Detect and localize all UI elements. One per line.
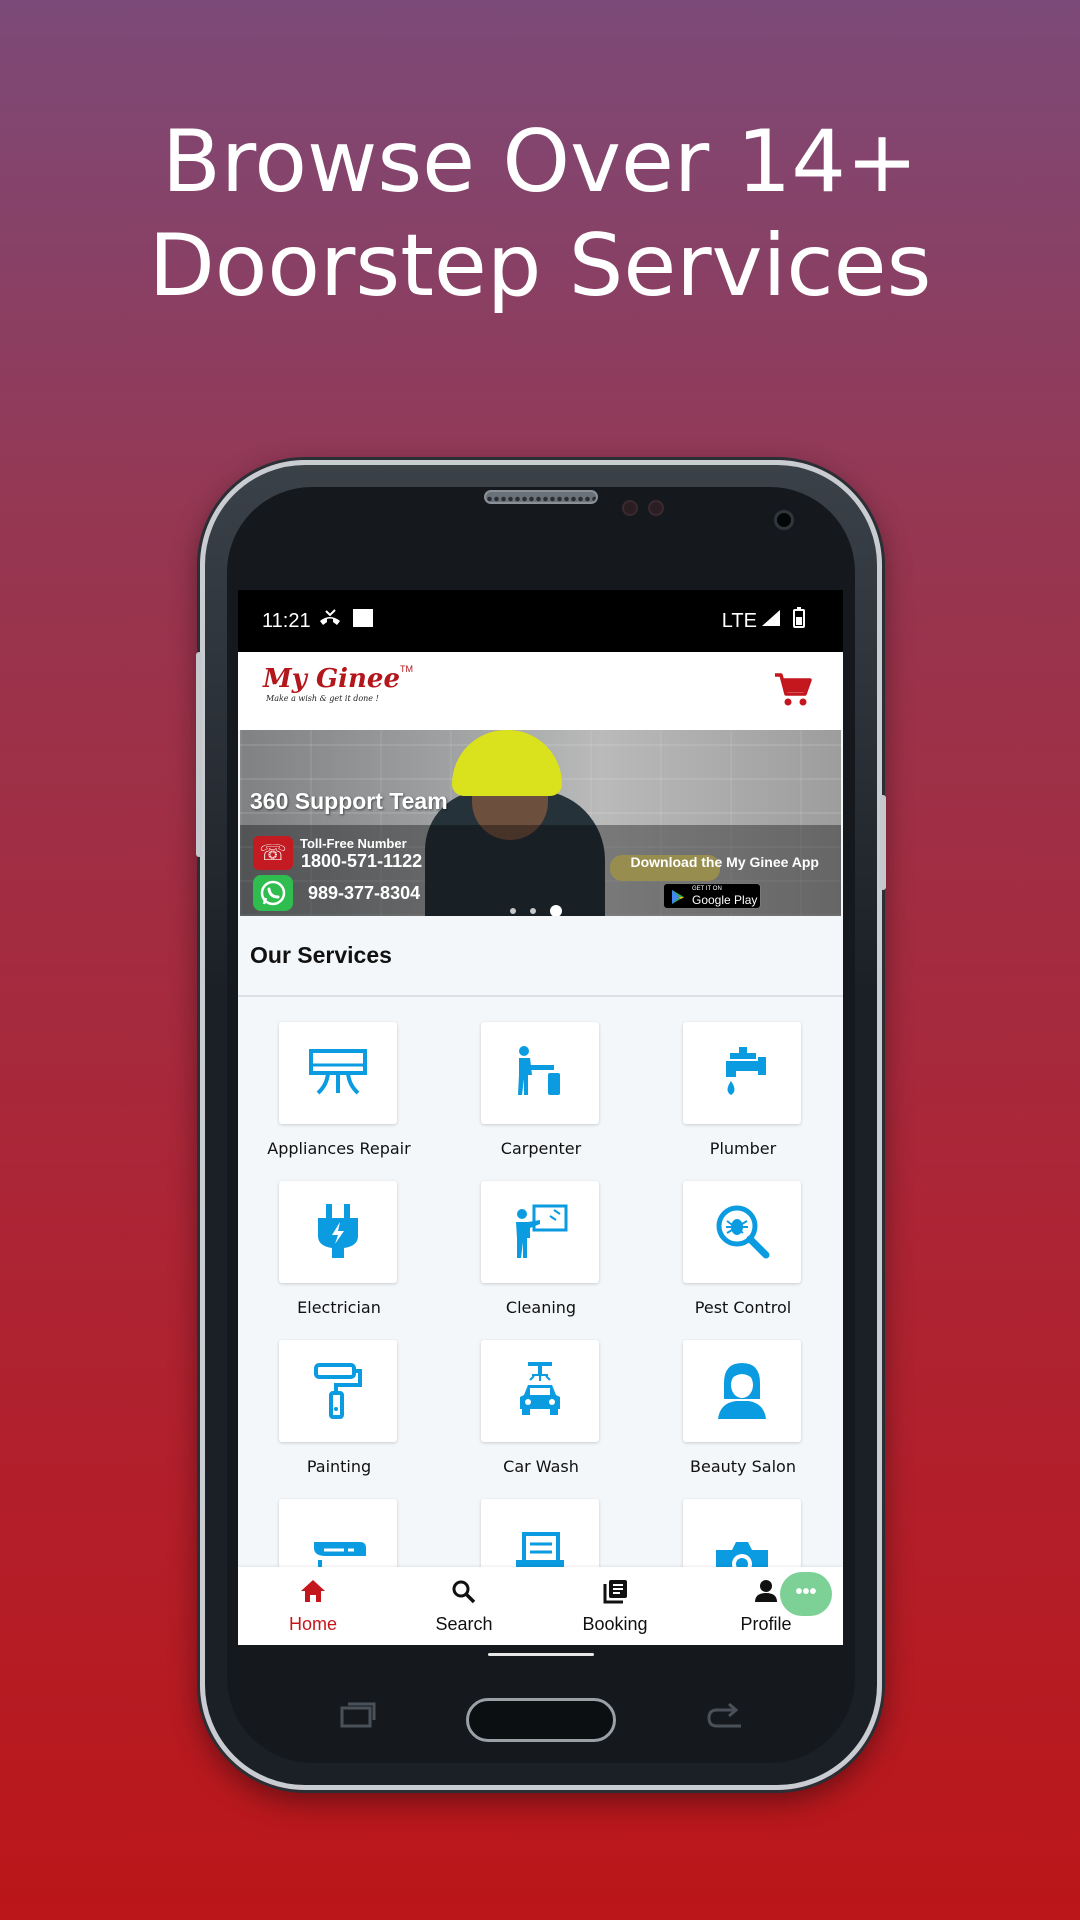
service-tile-electrician[interactable]: Electrician xyxy=(238,1181,440,1331)
nav-booking-label: Booking xyxy=(582,1614,648,1634)
network-type: LTE xyxy=(721,610,757,632)
signal-icon xyxy=(761,607,781,635)
service-card[interactable] xyxy=(683,1340,801,1442)
service-tile-painting[interactable]: Painting xyxy=(238,1340,440,1490)
nav-home-label: Home xyxy=(288,1614,337,1634)
home-hardware-button xyxy=(466,1698,616,1742)
carousel-dots xyxy=(510,902,576,916)
more-options-button[interactable]: ••• xyxy=(780,1572,832,1616)
home-icon xyxy=(301,1580,325,1602)
service-label: Carpenter xyxy=(500,1139,582,1158)
services-section-title: Our Services xyxy=(250,942,392,968)
section-divider xyxy=(238,995,843,997)
carousel-dot[interactable] xyxy=(530,907,536,914)
person-icon xyxy=(755,1580,777,1602)
ac-unit-icon xyxy=(309,1049,367,1095)
service-tile-carpenter[interactable]: Carpenter xyxy=(440,1022,642,1172)
volume-button xyxy=(196,652,202,857)
gesture-bar xyxy=(488,1653,594,1656)
service-card[interactable] xyxy=(683,1022,801,1124)
back-icon xyxy=(705,1700,745,1738)
service-tile-appliances-repair[interactable]: Appliances Repair xyxy=(238,1022,440,1172)
service-card[interactable] xyxy=(279,1340,397,1442)
service-label: Car Wash xyxy=(503,1457,579,1476)
nav-booking[interactable]: Booking xyxy=(540,1567,690,1645)
pest-search-icon xyxy=(716,1205,770,1259)
power-button xyxy=(880,795,886,890)
app-logo[interactable]: My GineeTM Make a wish & get it done ! xyxy=(263,664,413,703)
service-card[interactable] xyxy=(279,1022,397,1124)
recent-apps-icon xyxy=(338,1700,378,1738)
booking-icon xyxy=(603,1580,627,1604)
toll-free-number: 1800-571-1122 xyxy=(301,851,423,871)
toll-free-label: Toll-Free Number xyxy=(300,836,407,851)
google-play-text: Google Play xyxy=(692,893,758,907)
service-card[interactable] xyxy=(683,1181,801,1283)
service-card[interactable] xyxy=(481,1022,599,1124)
service-label: Plumber xyxy=(709,1139,777,1158)
phone-screen: 11:21 LTE My GineeTM Make a wish & get i… xyxy=(238,590,843,1645)
service-tile-cleaning[interactable]: Cleaning xyxy=(440,1181,642,1331)
notification-square-icon xyxy=(352,607,374,635)
service-label: Cleaning xyxy=(505,1298,577,1317)
download-app-text: Download the My Ginee App xyxy=(630,854,820,870)
logo-text: My Ginee xyxy=(263,664,401,694)
service-label: Beauty Salon xyxy=(690,1457,796,1476)
nav-search-label: Search xyxy=(435,1614,493,1634)
cleaning-icon xyxy=(516,1204,568,1258)
search-icon xyxy=(452,1580,476,1604)
service-label: Pest Control xyxy=(694,1298,792,1317)
service-label: Painting xyxy=(306,1457,372,1476)
front-camera xyxy=(774,510,794,530)
service-card[interactable] xyxy=(279,1181,397,1283)
service-card[interactable] xyxy=(481,1340,599,1442)
beauty-woman-icon xyxy=(718,1363,766,1419)
carousel-dot-active[interactable] xyxy=(550,904,562,916)
light-sensor xyxy=(648,500,664,516)
service-tile-car-wash[interactable]: Car Wash xyxy=(440,1340,642,1490)
nav-home[interactable]: Home xyxy=(238,1567,388,1645)
proximity-sensor xyxy=(622,500,638,516)
car-wash-icon xyxy=(520,1362,560,1415)
nav-profile-label: Profile xyxy=(740,1614,792,1634)
headline: Browse Over 14+ Doorstep Services xyxy=(0,110,1080,318)
logo-tagline: Make a wish & get it done ! xyxy=(266,694,379,703)
missed-call-icon xyxy=(318,607,342,635)
service-tile-pest-control[interactable]: Pest Control xyxy=(642,1181,843,1331)
google-play-small-text: GET IT ON xyxy=(692,886,722,892)
promo-banner-carousel[interactable]: 360 Support Team ☏ Toll-Free Number 1800… xyxy=(240,730,841,916)
service-tile-beauty-salon[interactable]: Beauty Salon xyxy=(642,1340,843,1490)
phone-call-icon: ☏ xyxy=(253,836,293,870)
faucet-icon xyxy=(726,1047,766,1095)
banner-title: 360 Support Team xyxy=(250,788,448,814)
plug-icon xyxy=(318,1204,358,1258)
logo-trademark: TM xyxy=(400,664,414,674)
nav-search[interactable]: Search xyxy=(389,1567,539,1645)
service-card[interactable] xyxy=(481,1181,599,1283)
whatsapp-icon xyxy=(253,875,293,911)
shopping-cart-icon[interactable] xyxy=(773,672,813,713)
status-time: 11:21 xyxy=(262,610,311,632)
carpenter-icon xyxy=(518,1046,560,1095)
bottom-navigation: Home Search Booking Profile xyxy=(238,1567,843,1645)
paint-roller-icon xyxy=(314,1363,362,1419)
earpiece-speaker xyxy=(484,490,598,504)
service-tile-plumber[interactable]: Plumber xyxy=(642,1022,843,1172)
carousel-dot[interactable] xyxy=(510,907,516,914)
battery-icon xyxy=(793,607,805,635)
google-play-icon xyxy=(672,890,684,904)
app-bar: My GineeTM Make a wish & get it done ! xyxy=(238,652,843,730)
service-label: Appliances Repair xyxy=(267,1139,411,1158)
headline-line-1: Browse Over 14+ xyxy=(161,112,919,212)
google-play-badge[interactable]: GET IT ON Google Play xyxy=(663,883,761,909)
status-bar: 11:21 LTE xyxy=(238,590,843,652)
headline-line-2: Doorstep Services xyxy=(148,216,932,316)
whatsapp-number: 989-377-8304 xyxy=(308,883,421,903)
service-label: Electrician xyxy=(297,1298,381,1317)
